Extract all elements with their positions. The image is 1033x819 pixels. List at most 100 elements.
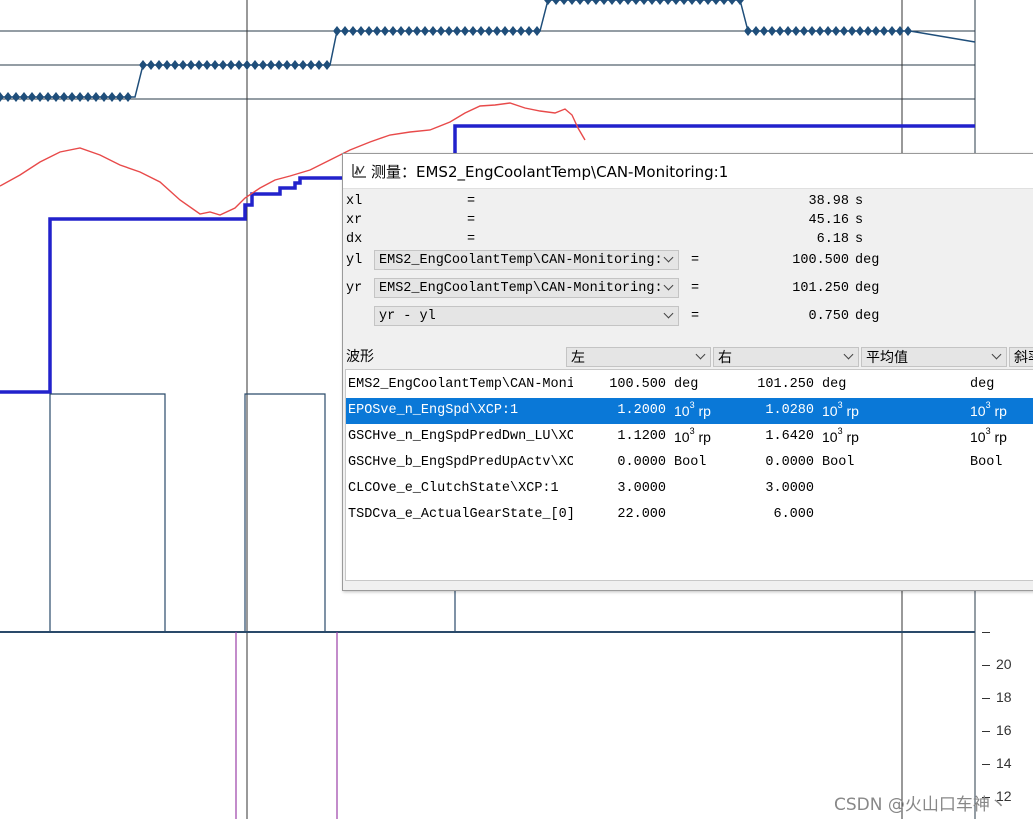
col-header-right-select[interactable]: 右 <box>713 347 859 367</box>
xr-eq: = <box>467 213 476 228</box>
measurement-table[interactable]: EMS2_EngCoolantTemp\CAN-Moni 100.500 deg 10… <box>345 369 1033 581</box>
table-row[interactable]: EPOSve_n_EngSpd\XCP:1 1.2000 103 rp 1.0280 1… <box>346 398 1033 424</box>
diamond-marker <box>283 60 291 70</box>
diamond-marker <box>139 60 147 70</box>
diamond-marker <box>187 60 195 70</box>
waveform-name: CLCOve_e_ClutchState\XCP:1 <box>348 481 559 496</box>
diamond-marker <box>592 0 600 5</box>
table-row[interactable]: GSCHve_b_EngSpdPredUpActv\XC 0.0000 Bool 0.… <box>346 450 1033 476</box>
col-header-left-select[interactable]: 左 <box>566 347 711 367</box>
waveform-name: EPOSve_n_EngSpd\XCP:1 <box>348 403 519 418</box>
dx-label: dx <box>346 232 363 247</box>
dx-eq: = <box>467 232 476 247</box>
yl-eq: = <box>691 253 700 268</box>
diamond-marker <box>333 26 341 36</box>
diamond-marker <box>84 92 92 102</box>
axis-tick-18: 18 <box>982 689 1012 705</box>
xl-label: xl <box>346 194 363 209</box>
diamond-marker <box>824 26 832 36</box>
diamond-marker <box>219 60 227 70</box>
diamond-marker <box>600 0 608 5</box>
diamond-marker <box>227 60 235 70</box>
diamond-marker <box>509 26 517 36</box>
diamond-marker <box>437 26 445 36</box>
yr-value: 101.250 <box>792 281 849 296</box>
watermark: CSDN @火山口车神丶 <box>834 795 1007 815</box>
diamond-marker <box>92 92 100 102</box>
diamond-marker <box>315 60 323 70</box>
diamond-marker <box>485 26 493 36</box>
diamond-marker <box>640 0 648 5</box>
diamond-marker <box>568 0 576 5</box>
diamond-marker <box>784 26 792 36</box>
col-header-waveform: 波形 <box>346 349 374 365</box>
right-unit: 103 rp <box>822 400 859 419</box>
col-header-slope-select[interactable]: 斜率 <box>1009 347 1033 367</box>
table-row[interactable]: GSCHve_n_EngSpdPredDwn_LU\XC 1.1200 103 rp… <box>346 424 1033 450</box>
diamond-marker <box>267 60 275 70</box>
xr-unit: s <box>855 213 864 228</box>
diff-unit: deg <box>855 309 880 324</box>
right-value: 101.250 <box>757 377 814 392</box>
diamond-marker <box>68 92 76 102</box>
diamond-marker <box>275 60 283 70</box>
waveform-name: GSCHve_b_EngSpdPredUpActv\XC <box>348 455 573 470</box>
diamond-marker <box>616 0 624 5</box>
diamond-marker <box>307 60 315 70</box>
right-unit: deg <box>822 377 847 392</box>
diamond-marker <box>544 0 552 5</box>
diamond-marker <box>60 92 68 102</box>
diamond-marker <box>124 92 132 102</box>
dialog-title-bar[interactable]: 测量：EMS2_EngCoolantTemp\CAN-Monitoring:1 <box>343 154 1033 189</box>
diamond-marker <box>421 26 429 36</box>
measurement-dialog[interactable]: 测量：EMS2_EngCoolantTemp\CAN-Monitoring:1 … <box>342 153 1033 591</box>
diamond-marker <box>477 26 485 36</box>
axis-tick-20: 20 <box>982 656 1012 672</box>
diamond-marker <box>211 60 219 70</box>
diamond-marker <box>357 26 365 36</box>
col-header-average: 平均值 <box>866 350 908 366</box>
yl-value: 100.500 <box>792 253 849 268</box>
diamond-marker <box>171 60 179 70</box>
diamond-marker <box>203 60 211 70</box>
dx-value: 6.18 <box>816 232 849 247</box>
diamond-marker <box>576 0 584 5</box>
left-value: 1.2000 <box>617 403 666 418</box>
diamond-marker <box>696 0 704 5</box>
diamond-marker <box>100 92 108 102</box>
diamond-marker <box>397 26 405 36</box>
diamond-marker <box>365 26 373 36</box>
table-row[interactable]: EMS2_EngCoolantTemp\CAN-Moni 100.500 deg 10… <box>346 372 1033 398</box>
xl-eq: = <box>467 194 476 209</box>
col-header-average-select[interactable]: 平均值 <box>861 347 1007 367</box>
diamond-marker <box>525 26 533 36</box>
yl-select[interactable]: EMS2_EngCoolantTemp\CAN-Monitoring: <box>374 250 679 270</box>
diamond-marker <box>517 26 525 36</box>
axis-tick-14: 14 <box>982 755 1012 771</box>
diamond-marker <box>323 60 331 70</box>
square-wave-trace <box>0 393 345 633</box>
diamond-marker <box>413 26 421 36</box>
diamond-marker <box>608 0 616 5</box>
diamond-trace <box>0 0 976 98</box>
diamond-marker <box>4 92 12 102</box>
yl-select-value: EMS2_EngCoolantTemp\CAN-Monitoring: <box>379 253 663 268</box>
diamond-marker <box>624 0 632 5</box>
diamond-marker <box>155 60 163 70</box>
yr-select[interactable]: EMS2_EngCoolantTemp\CAN-Monitoring: <box>374 278 679 298</box>
table-row[interactable]: CLCOve_e_ClutchState\XCP:1 3.0000 3.0000 <box>346 476 1033 502</box>
diamond-marker <box>728 0 736 5</box>
diamond-marker <box>672 0 680 5</box>
diamond-marker <box>808 26 816 36</box>
diff-select-value: yr - yl <box>379 309 436 324</box>
table-row[interactable]: TSDCva_e_ActualGearState_[0] 22.000 6.000 <box>346 502 1033 528</box>
diamond-marker <box>832 26 840 36</box>
diamond-marker <box>712 0 720 5</box>
xl-unit: s <box>855 194 864 209</box>
diff-select[interactable]: yr - yl <box>374 306 679 326</box>
diamond-marker <box>533 26 541 36</box>
diff-value: 0.750 <box>808 309 849 324</box>
diamond-marker <box>36 92 44 102</box>
diamond-marker <box>864 26 872 36</box>
waveform-name: GSCHve_n_EngSpdPredDwn_LU\XC <box>348 429 573 444</box>
